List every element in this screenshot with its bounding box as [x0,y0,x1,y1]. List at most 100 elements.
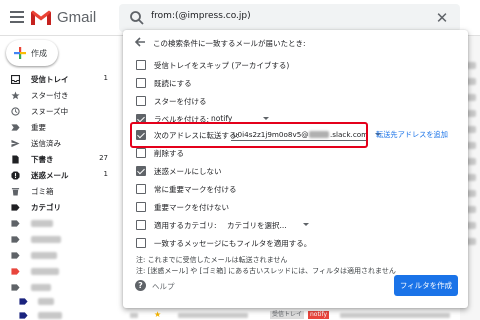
option-label: 適用するカテゴリ: [154,221,217,230]
option-never-important[interactable]: 重要マークを付けない [123,199,468,214]
sidebar-item-trash[interactable]: ゴミ箱 [0,184,118,199]
dialog-title: この検索条件に一致するメールが届いたとき: [153,39,306,48]
label-icon [11,268,20,275]
create-filter-button[interactable]: フィルタを作成 [394,275,458,296]
sidebar-item-label: スター付き [31,91,69,100]
sidebar-item-blurred[interactable] [0,308,118,320]
sidebar-item-categories[interactable]: カテゴリ [0,200,118,215]
checkbox[interactable] [136,220,146,230]
option-label: スターを付ける [154,97,207,106]
sidebar-item-starred[interactable]: スター付き [0,88,118,103]
label-chip-inbox: 受信トレイ [270,311,305,319]
checkbox[interactable] [136,78,146,88]
checkbox[interactable] [136,60,146,70]
sidebar-item-label: 迷惑メール [31,171,69,180]
sidebar-item-snoozed[interactable]: スヌーズ中 [0,104,118,119]
chevron-down-icon[interactable] [303,223,309,226]
table-row[interactable]: ★ 受信トレイ notify [118,310,460,320]
option-label: 削除する [154,149,184,158]
sidebar-item-sent[interactable]: 送信済み [0,136,118,151]
dialog-header: この検索条件に一致するメールが届いたとき: [123,30,468,54]
send-icon [11,139,20,148]
category-select[interactable]: カテゴリを選択... [227,220,287,231]
sidebar-item-blurred[interactable] [0,294,118,309]
sidebar-item-label: 受信トレイ [31,75,69,84]
sidebar-item-label: スヌーズ中 [31,107,69,116]
checkbox[interactable] [136,148,146,158]
redacted-subject [340,313,450,318]
sidebar-item-drafts[interactable]: 下書き 27 [0,152,118,167]
search-input[interactable]: from:(@impress.co.jp) ✕ [119,4,460,32]
label-icon [11,284,20,291]
add-forward-address-link[interactable]: 転送先アドレスを追加 [376,130,448,140]
draft-icon [12,155,19,164]
highlight-box [130,122,368,148]
search-query[interactable]: from:(@impress.co.jp) [151,11,251,21]
redacted-label [31,284,51,291]
sidebar-item-label: ゴミ箱 [31,187,54,196]
redacted-label [38,312,62,319]
option-label: 受信トレイをスキップ (アーカイブする) [154,61,290,70]
label-icon [19,298,28,305]
close-icon[interactable]: ✕ [434,10,450,26]
search-icon[interactable] [129,10,145,26]
sidebar-item-blurred[interactable] [0,216,118,231]
app-name[interactable]: Gmail [57,9,96,26]
label-chip-notify: notify [308,311,330,319]
gmail-logo-icon [31,10,51,25]
main-menu-icon[interactable] [10,11,24,23]
option-skip-inbox[interactable]: 受信トレイをスキップ (アーカイブする) [123,57,468,72]
chevron-down-icon[interactable] [263,117,269,120]
sidebar-item-label: 下書き [31,155,54,164]
sidebar-item-inbox[interactable]: 受信トレイ 1 [0,72,118,87]
redacted-label [31,220,53,227]
option-label: 既読にする [154,79,192,88]
clock-icon [11,107,20,116]
draft-count: 27 [99,154,108,162]
sidebar-item-important[interactable]: 重要 [0,120,118,135]
redacted-label [31,252,57,259]
option-never-spam[interactable]: 迷惑メールにしない [123,163,468,178]
sidebar-item-label: カテゴリ [31,203,61,212]
sidebar: 作成 受信トレイ 1 スター付き スヌーズ中 重要 送信済み 下書き 27 迷惑… [0,36,118,320]
compose-button[interactable]: 作成 [6,40,58,66]
star-icon[interactable]: ★ [154,311,161,319]
option-star[interactable]: スターを付ける [123,93,468,108]
help-icon[interactable]: ? [135,280,146,291]
star-icon [11,91,20,100]
option-label: 一致するメッセージにもフィルタを適用する。 [154,239,312,248]
inbox-icon [11,75,20,84]
gmail-window: Gmail from:(@impress.co.jp) ✕ 作成 受信トレイ 1 [0,0,480,320]
back-arrow-icon[interactable] [134,36,146,48]
redacted-label [31,268,59,275]
label-icon [19,312,28,319]
option-category[interactable]: 適用するカテゴリ: カテゴリを選択... [123,217,468,232]
checkbox[interactable] [136,166,146,176]
checkbox[interactable] [136,96,146,106]
label-icon [11,220,20,227]
unread-count: 1 [103,74,108,82]
redacted-label [31,236,61,243]
row-checkbox [130,313,138,318]
option-label: 迷惑メールにしない [154,167,222,176]
checkbox[interactable] [136,238,146,248]
option-label: 重要マークを付けない [154,203,229,212]
sidebar-item-label: 重要 [31,123,46,132]
option-label: 常に重要マークを付ける [154,185,237,194]
sidebar-item-blurred[interactable] [0,232,118,247]
label-icon [11,236,20,243]
trash-icon [11,188,20,196]
option-apply-existing[interactable]: 一致するメッセージにもフィルタを適用する。 [123,235,468,250]
sidebar-item-blurred[interactable] [0,264,118,279]
sidebar-item-blurred[interactable] [0,248,118,263]
option-always-important[interactable]: 常に重要マークを付ける [123,181,468,196]
option-mark-read[interactable]: 既読にする [123,75,468,90]
sidebar-item-spam[interactable]: 迷惑メール 1 [0,168,118,183]
checkbox[interactable] [136,184,146,194]
checkbox[interactable] [136,202,146,212]
spam-count: 1 [103,170,108,178]
sidebar-item-blurred[interactable] [0,280,118,295]
label-icon [11,252,20,259]
redacted-sender [178,313,248,318]
help-link[interactable]: ヘルプ [152,281,175,292]
